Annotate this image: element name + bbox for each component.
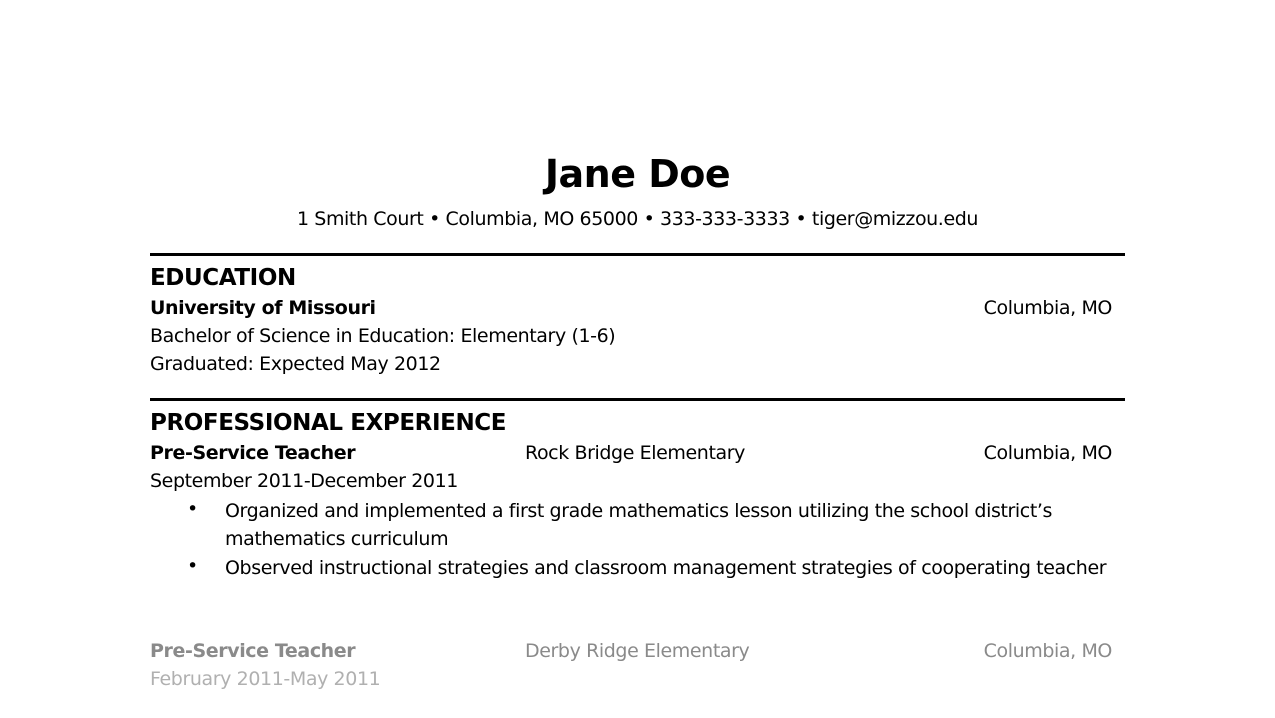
job-bullet: Observed instructional strategies and cl… <box>225 554 1115 582</box>
resume-name: Jane Doe <box>544 152 731 196</box>
job-role: Pre-Service Teacher <box>150 442 356 464</box>
job-organization: Rock Bridge Elementary <box>525 442 745 464</box>
job-dates: September 2011-December 2011 <box>150 470 458 492</box>
contact-info: 1 Smith Court • Columbia, MO 65000 • 333… <box>296 208 979 230</box>
section-divider <box>150 398 1125 401</box>
job-bullet-text: Observed instructional strategies and cl… <box>225 557 1107 579</box>
bullet-marker: • <box>187 498 199 520</box>
education-graduation: Graduated: Expected May 2012 <box>150 353 441 375</box>
experience-heading: PROFESSIONAL EXPERIENCE <box>150 410 507 436</box>
education-degree: Bachelor of Science in Education: Elemen… <box>150 325 616 347</box>
job-role: Pre-Service Teacher <box>150 640 356 662</box>
job-location: Columbia, MO <box>983 442 1113 464</box>
education-heading: EDUCATION <box>150 265 296 291</box>
job-organization: Derby Ridge Elementary <box>525 640 750 662</box>
bullet-marker: • <box>187 555 199 577</box>
education-location: Columbia, MO <box>983 297 1113 319</box>
resume-page: Jane Doe 1 Smith Court • Columbia, MO 65… <box>0 0 1275 718</box>
section-divider <box>150 253 1125 256</box>
job-bullet: Organized and implemented a first grade … <box>225 500 1053 550</box>
education-school: University of Missouri <box>150 297 376 319</box>
job-dates: February 2011-May 2011 <box>150 668 381 690</box>
job-location: Columbia, MO <box>983 640 1113 662</box>
